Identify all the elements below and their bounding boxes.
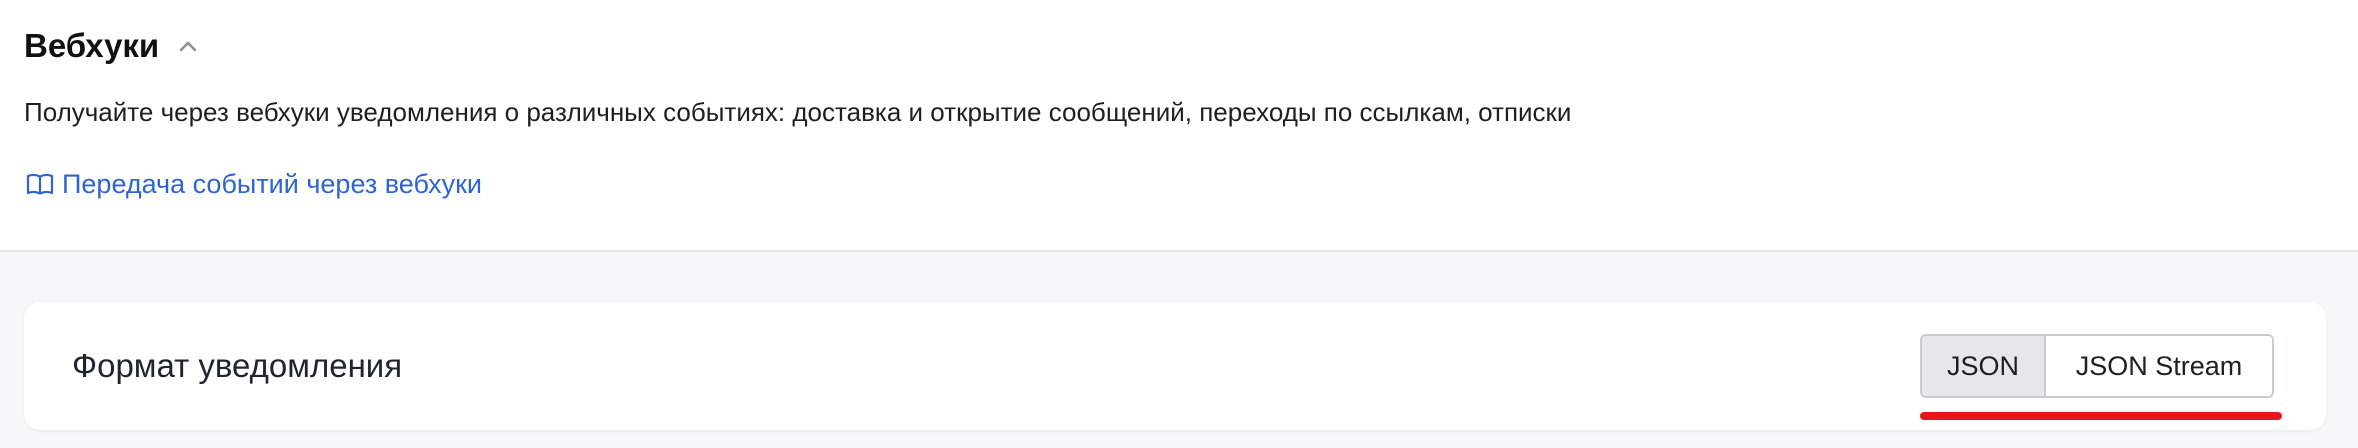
annotation-underline	[1920, 412, 2282, 420]
format-option-json[interactable]: JSON	[1922, 336, 2046, 396]
doc-link-label: Передача событий через вебхуки	[62, 169, 482, 199]
format-segmented-control: JSON JSON Stream	[1920, 334, 2274, 398]
format-option-json-stream[interactable]: JSON Stream	[2046, 336, 2272, 396]
notification-format-label: Формат уведомления	[72, 347, 403, 384]
section-description: Получайте через вебхуки уведомления о ра…	[24, 97, 1572, 127]
webhooks-docs-link[interactable]: Передача событий через вебхуки	[24, 166, 482, 202]
section-title-row[interactable]: Вебхуки	[24, 24, 201, 68]
book-open-icon	[24, 168, 56, 200]
section-title: Вебхуки	[24, 27, 160, 64]
webhooks-section-header: Вебхуки Получайте через вебхуки уведомле…	[0, 0, 2358, 252]
notification-format-card: Формат уведомления JSON JSON Stream	[24, 302, 2326, 430]
chevron-up-icon[interactable]	[175, 33, 201, 59]
